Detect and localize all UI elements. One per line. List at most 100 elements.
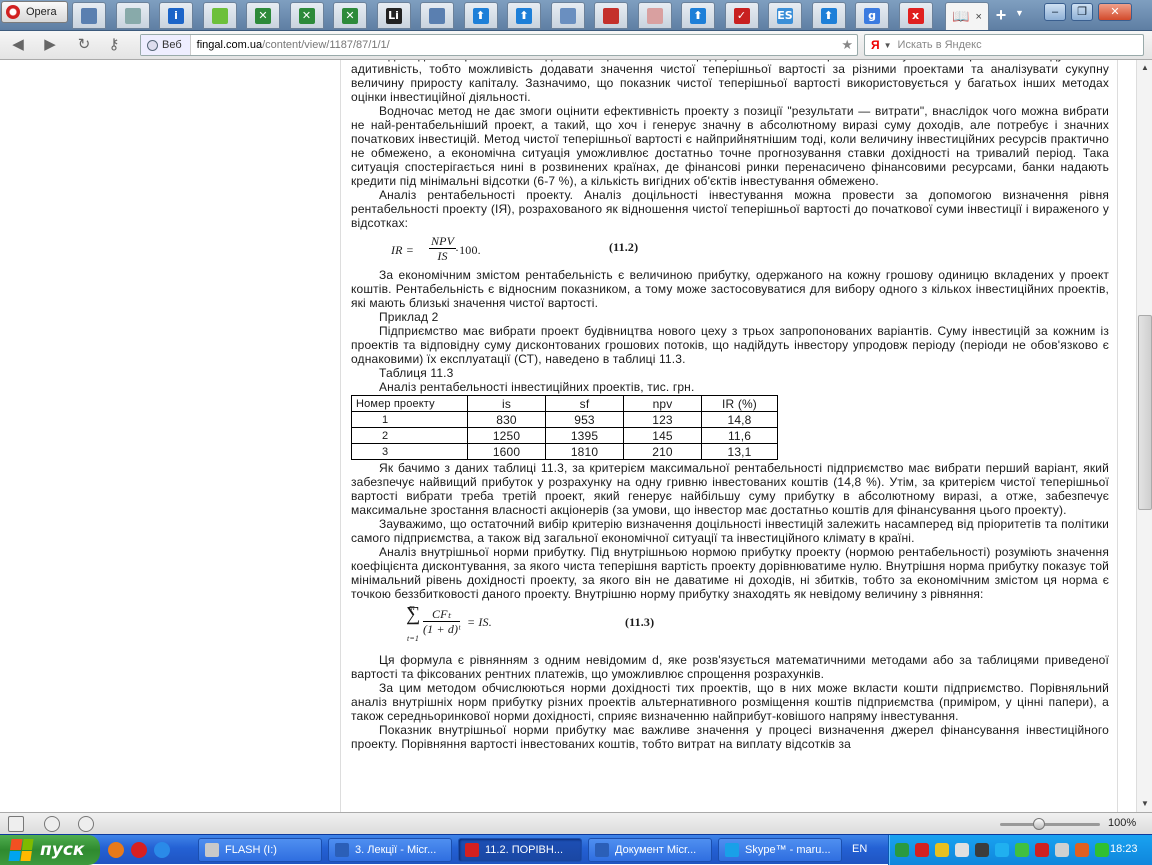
check-icon[interactable] xyxy=(1015,843,1029,857)
taskbar-button[interactable]: Документ Micr... xyxy=(588,838,712,862)
tray-app-icon[interactable] xyxy=(1075,843,1089,857)
tab[interactable]: ⬆ xyxy=(811,2,846,29)
turbo-icon[interactable] xyxy=(44,816,60,832)
back-button[interactable]: ◀ xyxy=(8,36,28,54)
tab[interactable] xyxy=(550,2,585,29)
skype-tray-icon[interactable] xyxy=(995,843,1009,857)
tab-menu-arrow-icon[interactable]: ▼ xyxy=(1015,8,1024,18)
site-badge[interactable]: Веб xyxy=(141,35,191,55)
security-shield-icon[interactable] xyxy=(935,843,949,857)
formula-fraction: CFₜ (1 + d)ᵗ xyxy=(423,607,461,636)
tab[interactable]: ✓ xyxy=(724,2,759,29)
speaker-icon[interactable] xyxy=(1055,843,1069,857)
taskbar-button[interactable]: 11.2. ПОРІВН... xyxy=(458,838,582,862)
book-icon: 📖 xyxy=(952,8,970,24)
table-cell: 1600 xyxy=(467,443,546,460)
scroll-thumb[interactable] xyxy=(1138,315,1152,510)
table-row: 1 830 953 123 14,8 xyxy=(351,411,778,428)
tab[interactable]: x xyxy=(898,2,933,29)
upload-icon: ⬆ xyxy=(690,7,706,24)
display-icon[interactable] xyxy=(955,843,969,857)
page-content: відповіднє потребам та завданням, що пос… xyxy=(340,60,1118,812)
speed-dial-icon[interactable] xyxy=(78,816,94,832)
table-header: IR (%) xyxy=(701,395,778,412)
tab[interactable]: ES xyxy=(768,2,802,29)
network-icon[interactable] xyxy=(895,843,909,857)
table-cell: 1395 xyxy=(545,427,624,444)
table-header: sf xyxy=(545,395,624,412)
firefox-icon[interactable] xyxy=(108,842,124,858)
battery-icon[interactable] xyxy=(1095,843,1109,857)
internet-explorer-icon[interactable] xyxy=(154,842,170,858)
tab[interactable]: ⬆ xyxy=(681,2,715,29)
paragraph: За економічним змістом рентабельність є … xyxy=(351,268,1109,310)
tray-app-icon[interactable] xyxy=(1035,843,1049,857)
reload-button[interactable]: ↻ xyxy=(74,36,94,54)
table-cell: 1250 xyxy=(467,427,546,444)
info-icon: i xyxy=(168,7,184,24)
formula-number: (11.3) xyxy=(625,615,655,629)
vertical-scrollbar[interactable]: ▲ ▼ xyxy=(1136,60,1152,812)
chart-icon xyxy=(646,7,663,24)
minimize-button[interactable]: – xyxy=(1044,3,1066,21)
search-field[interactable]: Я ▼ Искать в Яндекс xyxy=(864,34,1144,56)
taskbar-button[interactable]: 3. Лекції - Micr... xyxy=(328,838,452,862)
tab[interactable] xyxy=(72,2,106,29)
opera-menu-button[interactable]: Opera xyxy=(1,1,68,23)
paragraph: Підприємство має вибрати проект будівниц… xyxy=(351,324,1109,366)
tab[interactable] xyxy=(594,2,628,29)
taskbar-button[interactable]: Skype™ - maru... xyxy=(718,838,842,862)
opera-icon[interactable] xyxy=(131,842,147,858)
page-left-margin xyxy=(0,60,340,812)
taskbar-button-label: 11.2. ПОРІВН... xyxy=(485,844,564,856)
panel-toggle-icon[interactable] xyxy=(8,816,24,832)
red-site-icon xyxy=(603,7,619,24)
tab[interactable]: Li xyxy=(376,2,411,29)
key-icon[interactable]: ⚷ xyxy=(104,36,124,54)
tab[interactable]: i xyxy=(159,2,193,29)
zoom-slider[interactable] xyxy=(1000,823,1100,826)
close-tab-button[interactable]: × xyxy=(975,11,981,23)
table-header: Номер проекту xyxy=(351,395,468,412)
tab[interactable]: ⬆ xyxy=(507,2,541,29)
tab[interactable]: ✕ xyxy=(333,2,367,29)
language-indicator[interactable]: EN xyxy=(852,843,867,855)
formula-denominator: IS xyxy=(437,249,448,263)
tab[interactable]: ✕ xyxy=(246,2,280,29)
new-tab-button[interactable]: + xyxy=(991,5,1011,25)
page-icon xyxy=(429,7,445,24)
tab[interactable]: ⬆ xyxy=(463,2,498,29)
restore-button[interactable]: ❐ xyxy=(1071,3,1093,21)
upload-icon: ⬆ xyxy=(472,7,489,24)
close-window-button[interactable]: ✕ xyxy=(1098,3,1132,21)
search-engine-dropdown-icon[interactable]: ▼ xyxy=(884,41,892,50)
address-field[interactable]: Веб fingal.com.ua/content/view/1187/87/1… xyxy=(140,34,858,56)
page-icon xyxy=(81,7,97,24)
tab[interactable] xyxy=(115,2,150,29)
status-bar: 100% xyxy=(0,812,1152,834)
formula-lhs: IR = xyxy=(391,243,415,257)
tab[interactable]: g xyxy=(855,2,889,29)
usb-icon[interactable] xyxy=(975,843,989,857)
paragraph: Приклад 2 xyxy=(379,310,439,324)
tab[interactable]: ✕ xyxy=(289,2,324,29)
tab-active[interactable]: 📖 × xyxy=(945,2,989,30)
bookmark-star-icon[interactable]: ★ xyxy=(841,37,853,53)
tools-icon: ✕ xyxy=(342,7,358,24)
clock: 18:23 xyxy=(1110,843,1138,855)
scroll-down-icon[interactable]: ▼ xyxy=(1137,796,1152,812)
antivirus-icon[interactable] xyxy=(915,843,929,857)
address-toolbar: ◀ ▶ ↻ ⚷ Веб fingal.com.ua/content/view/1… xyxy=(0,31,1152,60)
taskbar-button[interactable]: FLASH (I:) xyxy=(198,838,322,862)
tab[interactable] xyxy=(202,2,237,29)
scroll-up-icon[interactable]: ▲ xyxy=(1137,60,1152,76)
start-button[interactable]: пуск xyxy=(0,835,100,865)
site-badge-label: Веб xyxy=(162,39,182,51)
forward-button[interactable]: ▶ xyxy=(40,36,60,54)
table-caption: Таблиця 11.3 xyxy=(379,366,454,380)
tab[interactable] xyxy=(420,2,454,29)
zoom-slider-handle[interactable] xyxy=(1033,818,1045,830)
document-icon xyxy=(124,7,141,24)
formula-tail: ·100. xyxy=(455,243,481,257)
tab[interactable] xyxy=(637,2,672,29)
